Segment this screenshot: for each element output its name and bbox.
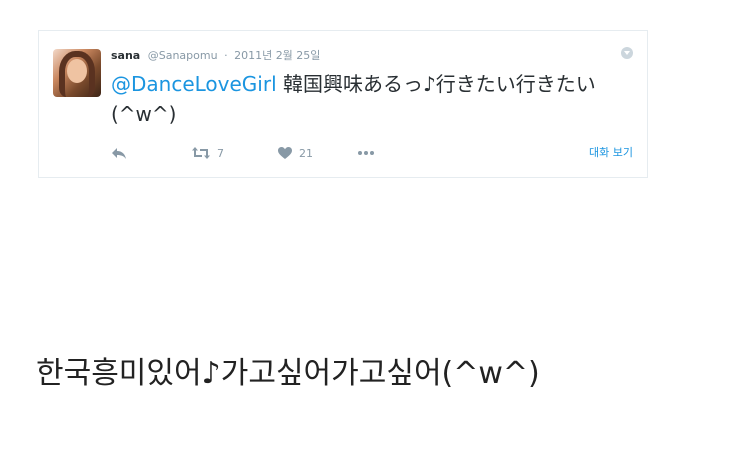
user-handle[interactable]: @Sanapomu [148,49,218,62]
translation-caption: 한국흥미있어♪가고싶어가고싶어(^w^) [36,356,540,391]
avatar[interactable] [53,49,101,97]
chevron-down-icon[interactable] [621,47,633,59]
tweet-header: sana @Sanapomu · 2011년 2월 25일 [111,47,320,63]
like-button[interactable]: 21 [277,143,313,163]
reply-button[interactable] [111,143,127,163]
retweet-button[interactable]: 7 [191,143,224,163]
retweet-count: 7 [217,146,224,160]
more-button[interactable] [357,143,375,163]
retweet-icon [192,147,210,159]
tweet-text: @DanceLoveGirl 韓国興味あるっ♪行きたい行きたい(^w^) [111,69,631,129]
like-count: 21 [299,146,313,160]
mention-link[interactable]: @DanceLoveGirl [111,72,277,96]
tweet-actions: 7 21 [111,143,631,163]
heart-icon [278,147,292,159]
tweet-card: sana @Sanapomu · 2011년 2월 25일 @DanceLove… [38,30,648,178]
more-dots-icon [358,151,374,155]
view-conversation-link[interactable]: 대화 보기 [589,143,633,163]
header-separator: · [224,49,228,62]
reply-icon [112,148,126,159]
display-name[interactable]: sana [111,49,140,62]
tweet-date[interactable]: 2011년 2월 25일 [234,49,320,62]
